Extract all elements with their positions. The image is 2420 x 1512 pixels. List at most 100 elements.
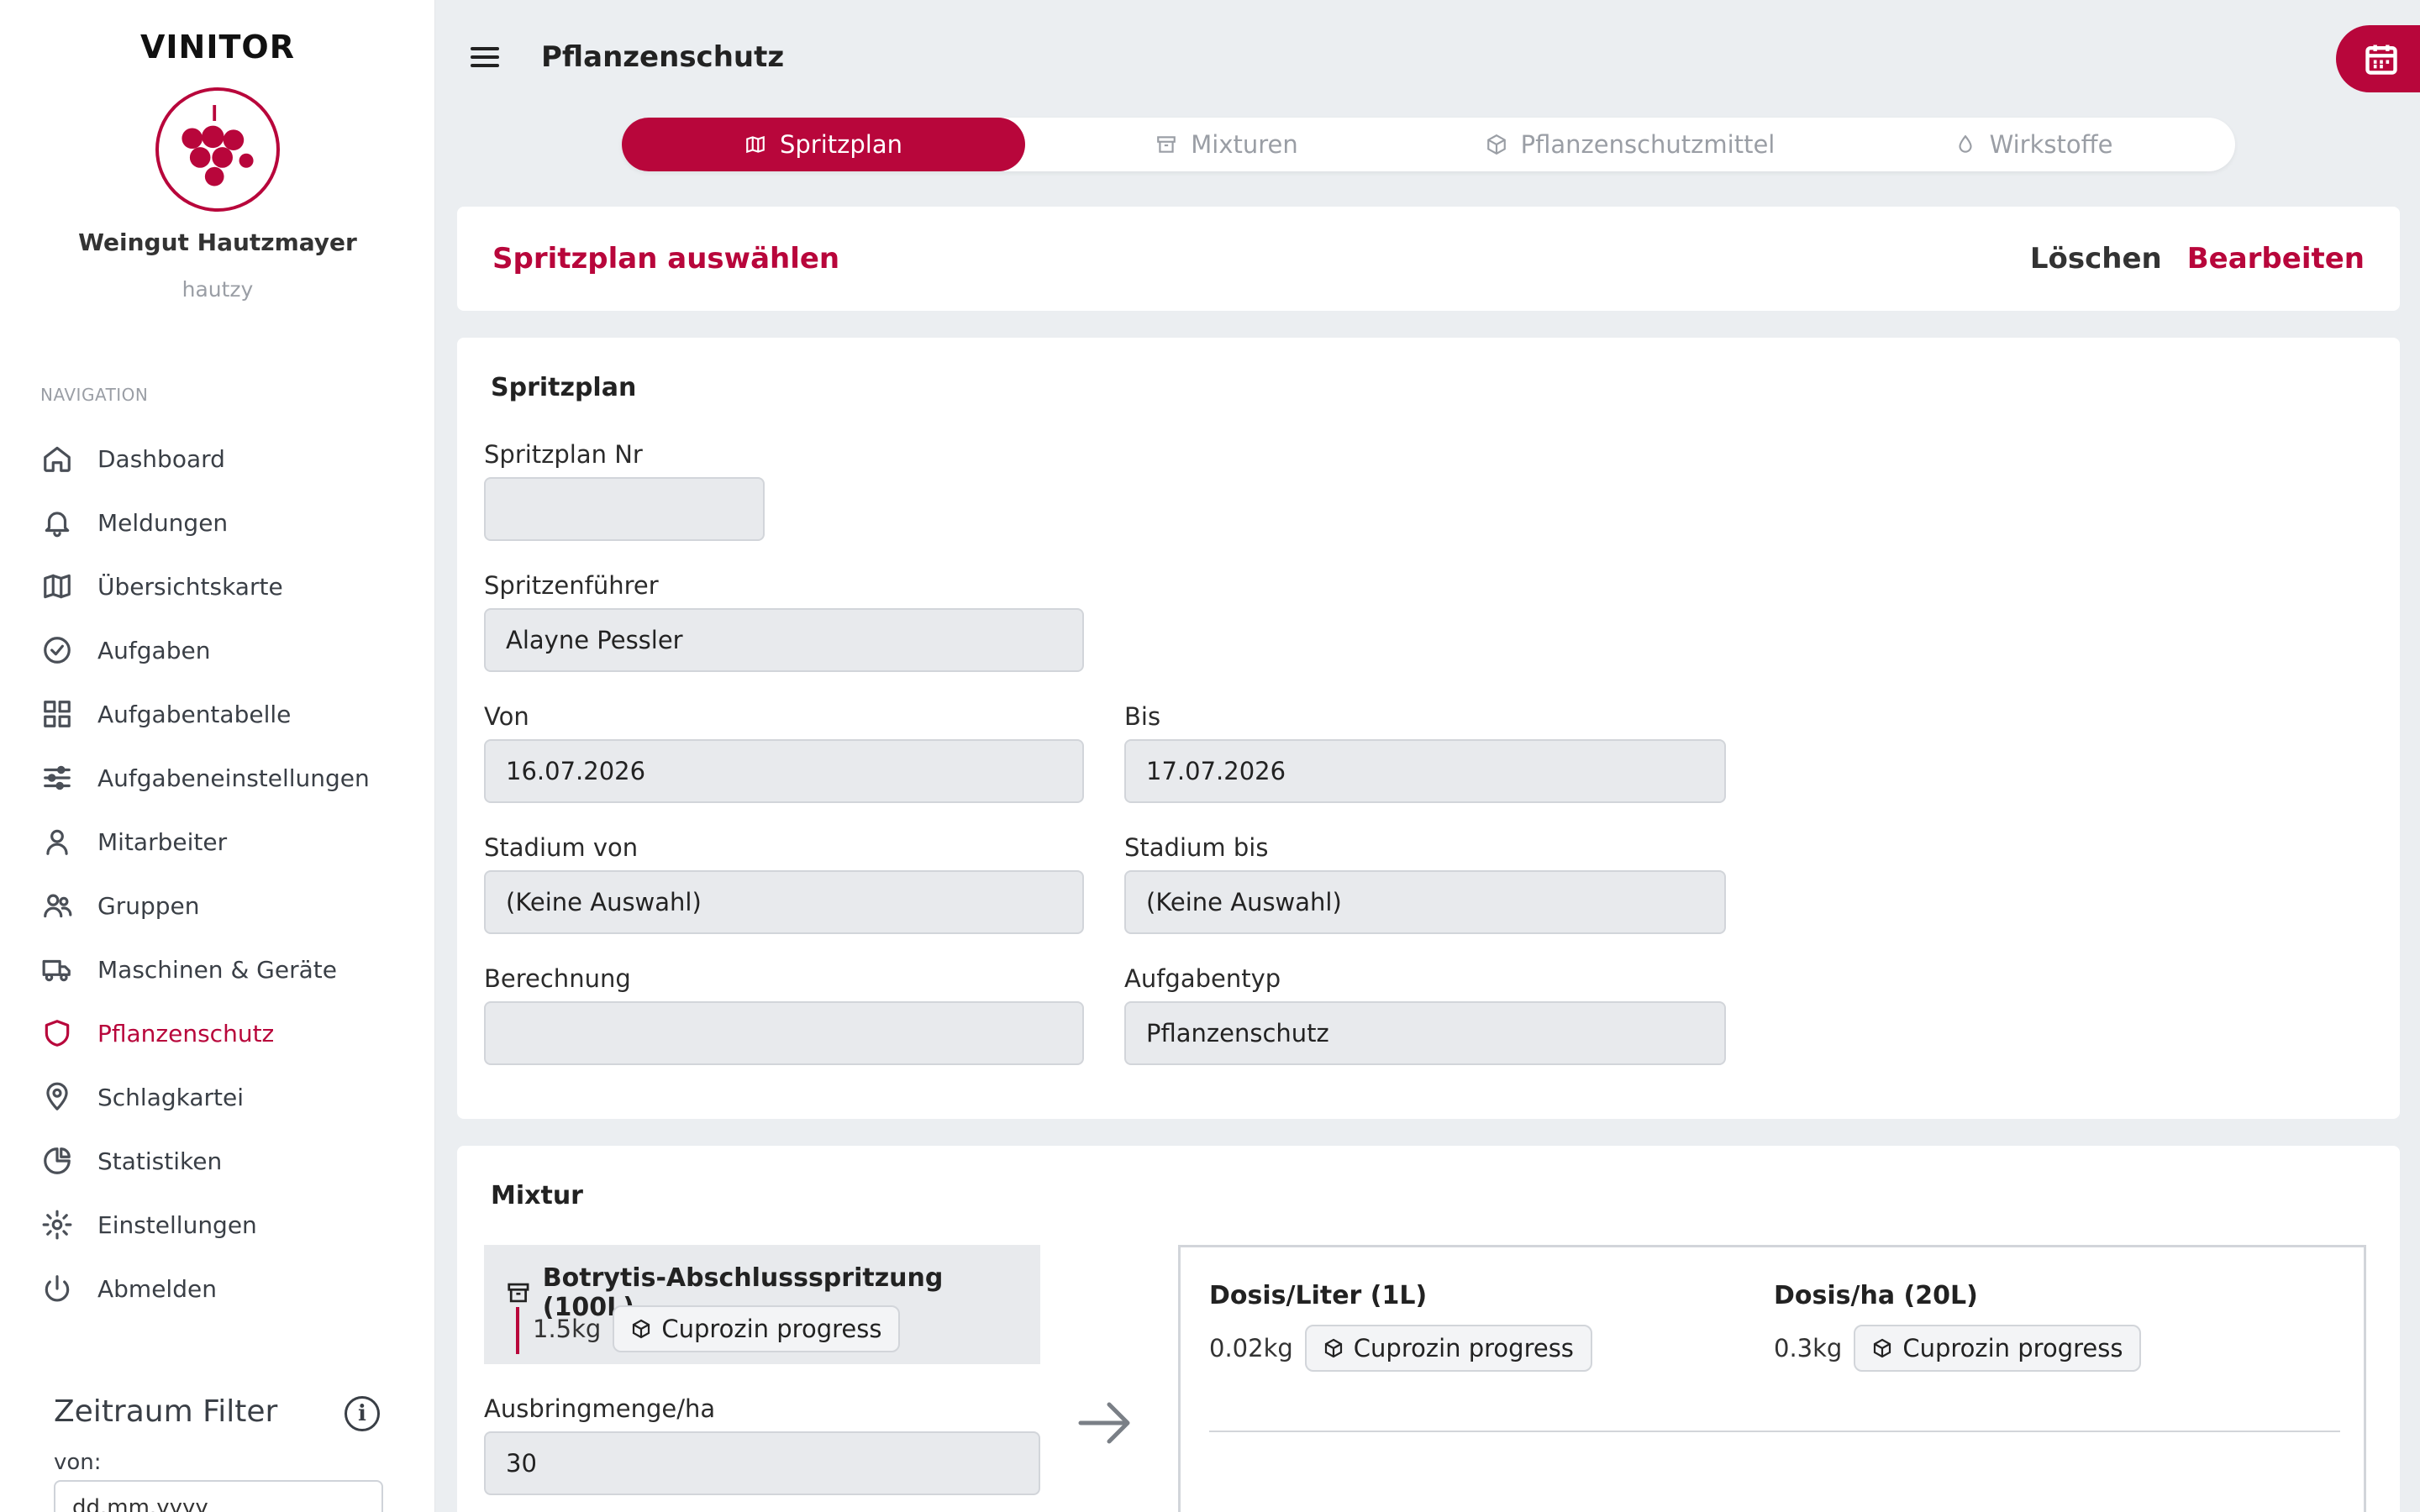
arrow-right-icon <box>1076 1398 1134 1448</box>
delete-button[interactable]: Löschen <box>2030 242 2162 276</box>
users-icon <box>40 889 74 922</box>
info-icon[interactable]: i <box>345 1396 380 1431</box>
filter-von-date-input[interactable]: dd.mm.yyyy <box>54 1480 383 1512</box>
von-label: Von <box>484 702 529 731</box>
sidebar-item-gruppen[interactable]: Gruppen <box>0 874 435 937</box>
product-chip[interactable]: Cuprozin progress <box>613 1305 901 1352</box>
sidebar-item-aufgabentabelle[interactable]: Aufgabentabelle <box>0 682 435 746</box>
home-icon <box>40 442 74 475</box>
edit-button[interactable]: Bearbeiten <box>2187 242 2365 276</box>
sidebar-item-schlagkartei[interactable]: Schlagkartei <box>0 1065 435 1129</box>
tab-label: Spritzplan <box>779 130 902 159</box>
bis-label: Bis <box>1124 702 1161 731</box>
org-username: hautzy <box>182 277 254 302</box>
check-circle-icon <box>40 633 74 667</box>
archive-icon <box>508 1283 529 1303</box>
ausbringmenge-field[interactable]: 30 <box>484 1431 1040 1495</box>
pie-chart-icon <box>40 1144 74 1178</box>
berechnung-label: Berechnung <box>484 964 631 993</box>
aufgabentyp-select[interactable]: Pflanzenschutz <box>1124 1001 1726 1065</box>
map-pin-icon <box>40 1080 74 1114</box>
bis-date-field[interactable]: 17.07.2026 <box>1124 739 1726 803</box>
map-icon <box>746 135 765 154</box>
sidebar-item-label: Maschinen & Geräte <box>97 955 337 984</box>
dose-per-liter-title: Dosis/Liter (1L) <box>1209 1281 1428 1310</box>
droplet-icon <box>1958 134 1972 153</box>
sidebar-item-aufgabeneinstellungen[interactable]: Aufgabeneinstellungen <box>0 746 435 810</box>
mixture-ingredient: 1.5kg Cuprozin progress <box>533 1305 901 1352</box>
tab-pflanzenschutzmittel[interactable]: Pflanzenschutzmittel <box>1428 118 1832 171</box>
product-name: Cuprozin progress <box>1353 1334 1574 1362</box>
grape-logo <box>155 87 280 212</box>
grid-icon <box>40 697 74 731</box>
spritzenfuehrer-field[interactable]: Alayne Pessler <box>484 608 1084 672</box>
user-icon <box>40 825 74 858</box>
sidebar-item-label: Abmelden <box>97 1274 217 1303</box>
sidebar-item-maschinen[interactable]: Maschinen & Geräte <box>0 937 435 1001</box>
mixture-accent-bar <box>516 1307 519 1354</box>
sidebar-item-label: Schlagkartei <box>97 1083 245 1111</box>
stadium-bis-select[interactable]: (Keine Auswahl) <box>1124 870 1726 934</box>
tab-wirkstoffe[interactable]: Wirkstoffe <box>1832 118 2235 171</box>
sidebar: VINITOR Weingut Hautzmayer hautzy NAVIGA… <box>0 0 435 1512</box>
sidebar-item-label: Dashboard <box>97 444 225 473</box>
spritzplan-nr-field[interactable] <box>484 477 765 541</box>
sidebar-item-einstellungen[interactable]: Einstellungen <box>0 1193 435 1257</box>
sidebar-item-uebersichtskarte[interactable]: Übersichtskarte <box>0 554 435 618</box>
product-chip[interactable]: Cuprozin progress <box>1854 1325 2142 1372</box>
sidebar-item-label: Meldungen <box>97 508 229 537</box>
sidebar-item-label: Übersichtskarte <box>97 572 283 601</box>
tab-bar: Spritzplan Mixturen Pflanzenschutzmittel… <box>622 118 2235 171</box>
ingredient-qty: 1.5kg <box>533 1315 602 1343</box>
nav-heading: NAVIGATION <box>40 385 149 405</box>
sidebar-item-label: Mitarbeiter <box>97 827 228 856</box>
sidebar-item-dashboard[interactable]: Dashboard <box>0 427 435 491</box>
dose-per-ha-row: 0.3kg Cuprozin progress <box>1774 1325 2142 1372</box>
package-icon <box>1486 134 1506 155</box>
sidebar-nav: Dashboard Meldungen Übersichtskarte Aufg… <box>0 427 435 1320</box>
stadium-von-label: Stadium von <box>484 833 639 862</box>
sidebar-item-label: Aufgabentabelle <box>97 700 292 728</box>
dose-per-ha-title: Dosis/ha (20L) <box>1774 1281 1978 1310</box>
tab-label: Wirkstoffe <box>1989 130 2113 159</box>
sidebar-item-meldungen[interactable]: Meldungen <box>0 491 435 554</box>
tab-label: Pflanzenschutzmittel <box>1520 130 1776 159</box>
sidebar-item-mitarbeiter[interactable]: Mitarbeiter <box>0 810 435 874</box>
sidebar-item-statistiken[interactable]: Statistiken <box>0 1129 435 1193</box>
sidebar-item-label: Aufgaben <box>97 636 211 664</box>
sidebar-item-label: Gruppen <box>97 891 200 920</box>
product-name: Cuprozin progress <box>661 1315 882 1343</box>
sidebar-item-abmelden[interactable]: Abmelden <box>0 1257 435 1320</box>
sidebar-item-label: Einstellungen <box>97 1210 257 1239</box>
selector-actions: Löschen Bearbeiten <box>2030 242 2365 276</box>
menu-icon[interactable] <box>471 47 499 71</box>
sidebar-item-pflanzenschutz[interactable]: Pflanzenschutz <box>0 1001 435 1065</box>
calendar-button[interactable] <box>2336 25 2420 92</box>
mixture-item[interactable]: Botrytis-Abschlussspritzung (100L) 1.5kg… <box>484 1245 1040 1364</box>
spritzplan-nr-label: Spritzplan Nr <box>484 440 643 469</box>
product-chip[interactable]: Cuprozin progress <box>1304 1325 1592 1372</box>
tab-spritzplan[interactable]: Spritzplan <box>622 118 1025 171</box>
spritzplan-card: Spritzplan Spritzplan Nr Spritzenführer … <box>457 338 2400 1119</box>
truck-icon <box>40 953 74 986</box>
mixtur-card: Mixtur Botrytis-Abschlussspritzung (100L… <box>457 1146 2400 1512</box>
von-date-field[interactable]: 16.07.2026 <box>484 739 1084 803</box>
package-icon <box>1874 1338 1891 1358</box>
sidebar-item-label: Statistiken <box>97 1147 223 1175</box>
berechnung-select[interactable] <box>484 1001 1084 1065</box>
shield-icon <box>40 1016 74 1050</box>
power-icon <box>40 1272 74 1305</box>
dose-per-liter-row: 0.02kg Cuprozin progress <box>1209 1325 1592 1372</box>
stadium-von-select[interactable]: (Keine Auswahl) <box>484 870 1084 934</box>
select-spritzplan-button[interactable]: Spritzplan auswählen <box>492 242 839 276</box>
section-title: Spritzplan <box>491 373 637 402</box>
aufgabentyp-label: Aufgabentyp <box>1124 964 1281 993</box>
sliders-icon <box>40 761 74 795</box>
sidebar-item-aufgaben[interactable]: Aufgaben <box>0 618 435 682</box>
package-icon <box>633 1319 650 1339</box>
filter-von-label: von: <box>54 1450 102 1475</box>
tab-mixturen[interactable]: Mixturen <box>1025 118 1428 171</box>
spritzplan-selector-card: Spritzplan auswählen Löschen Bearbeiten <box>457 207 2400 311</box>
dosage-panel: Dosis/Liter (1L) 0.02kg Cuprozin progres… <box>1178 1245 2366 1512</box>
sidebar-item-label: Aufgabeneinstellungen <box>97 764 370 792</box>
